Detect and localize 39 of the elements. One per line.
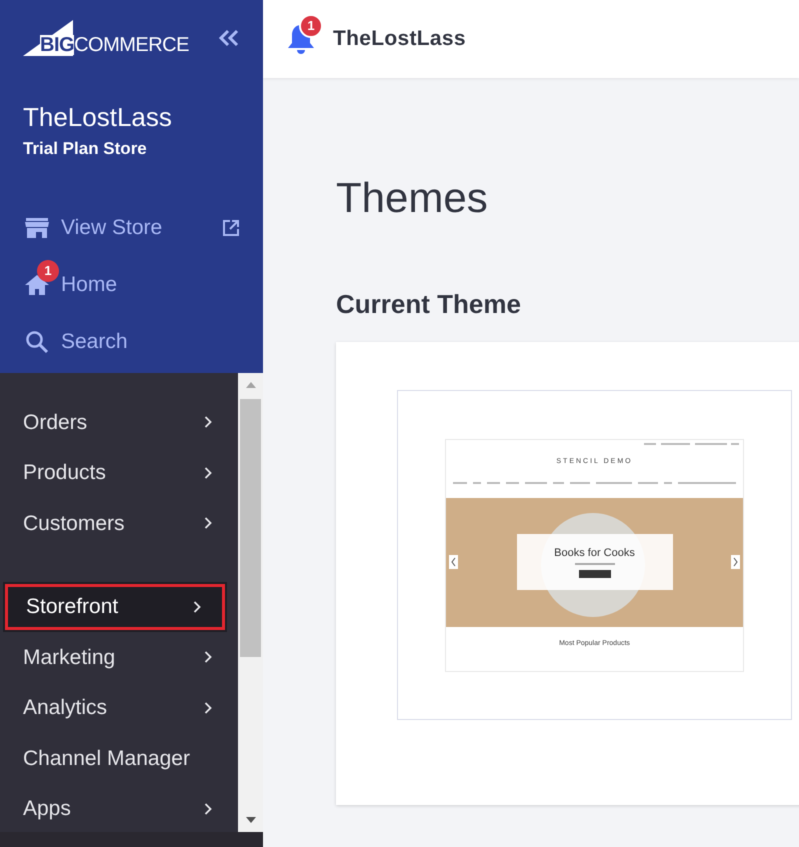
chevron-right-icon xyxy=(204,466,212,479)
chevron-right-icon xyxy=(204,517,212,530)
preview-hero-title: Books for Cooks xyxy=(554,546,635,560)
page-title: Themes xyxy=(336,174,489,222)
preview-prev-arrow-icon xyxy=(449,555,458,569)
menu-item[interactable]: Orders xyxy=(0,397,238,448)
logo-text: COMMERCE xyxy=(74,35,189,55)
header-store-name: TheLostLass xyxy=(333,26,466,52)
menu-item[interactable]: Apps xyxy=(0,784,238,834)
menu-item[interactable]: Channel Manager xyxy=(0,733,238,784)
menu-item[interactable]: Customers xyxy=(0,498,238,548)
chevron-right-icon xyxy=(204,802,212,815)
chevron-right-icon xyxy=(204,416,212,428)
menu-item[interactable]: Marketing xyxy=(0,632,238,682)
store-name: TheLostLass xyxy=(23,102,173,132)
sidebar-link[interactable]: 1 Home xyxy=(23,256,240,314)
sidebar-link[interactable]: Search xyxy=(23,314,240,370)
plan-name: Trial Plan Store xyxy=(23,138,148,160)
external-link-icon xyxy=(222,219,240,237)
menu-item[interactable]: Analytics xyxy=(0,682,238,733)
storefront-icon xyxy=(24,217,50,239)
chevron-right-icon xyxy=(204,651,212,664)
chevron-right-icon xyxy=(204,702,212,714)
notification-badge: 1 xyxy=(299,14,323,38)
collapse-icon[interactable] xyxy=(218,29,240,47)
scrollbar-thumb[interactable] xyxy=(240,399,261,657)
search-icon xyxy=(25,330,49,354)
preview-subtitle-line xyxy=(574,562,614,564)
chevron-right-icon xyxy=(193,600,201,613)
section-title: Current Theme xyxy=(336,288,522,320)
notification-badge: 1 xyxy=(37,260,59,282)
preview-next-arrow-icon xyxy=(731,555,740,569)
menu-item[interactable]: Storefront xyxy=(3,582,227,632)
sidebar-link[interactable]: View Store xyxy=(23,200,240,256)
scroll-down-icon[interactable] xyxy=(246,816,256,824)
menu-item[interactable]: Products xyxy=(0,448,238,498)
logo-text: BIG xyxy=(40,35,74,55)
scrollbar[interactable] xyxy=(238,373,263,832)
home-icon xyxy=(24,274,50,296)
